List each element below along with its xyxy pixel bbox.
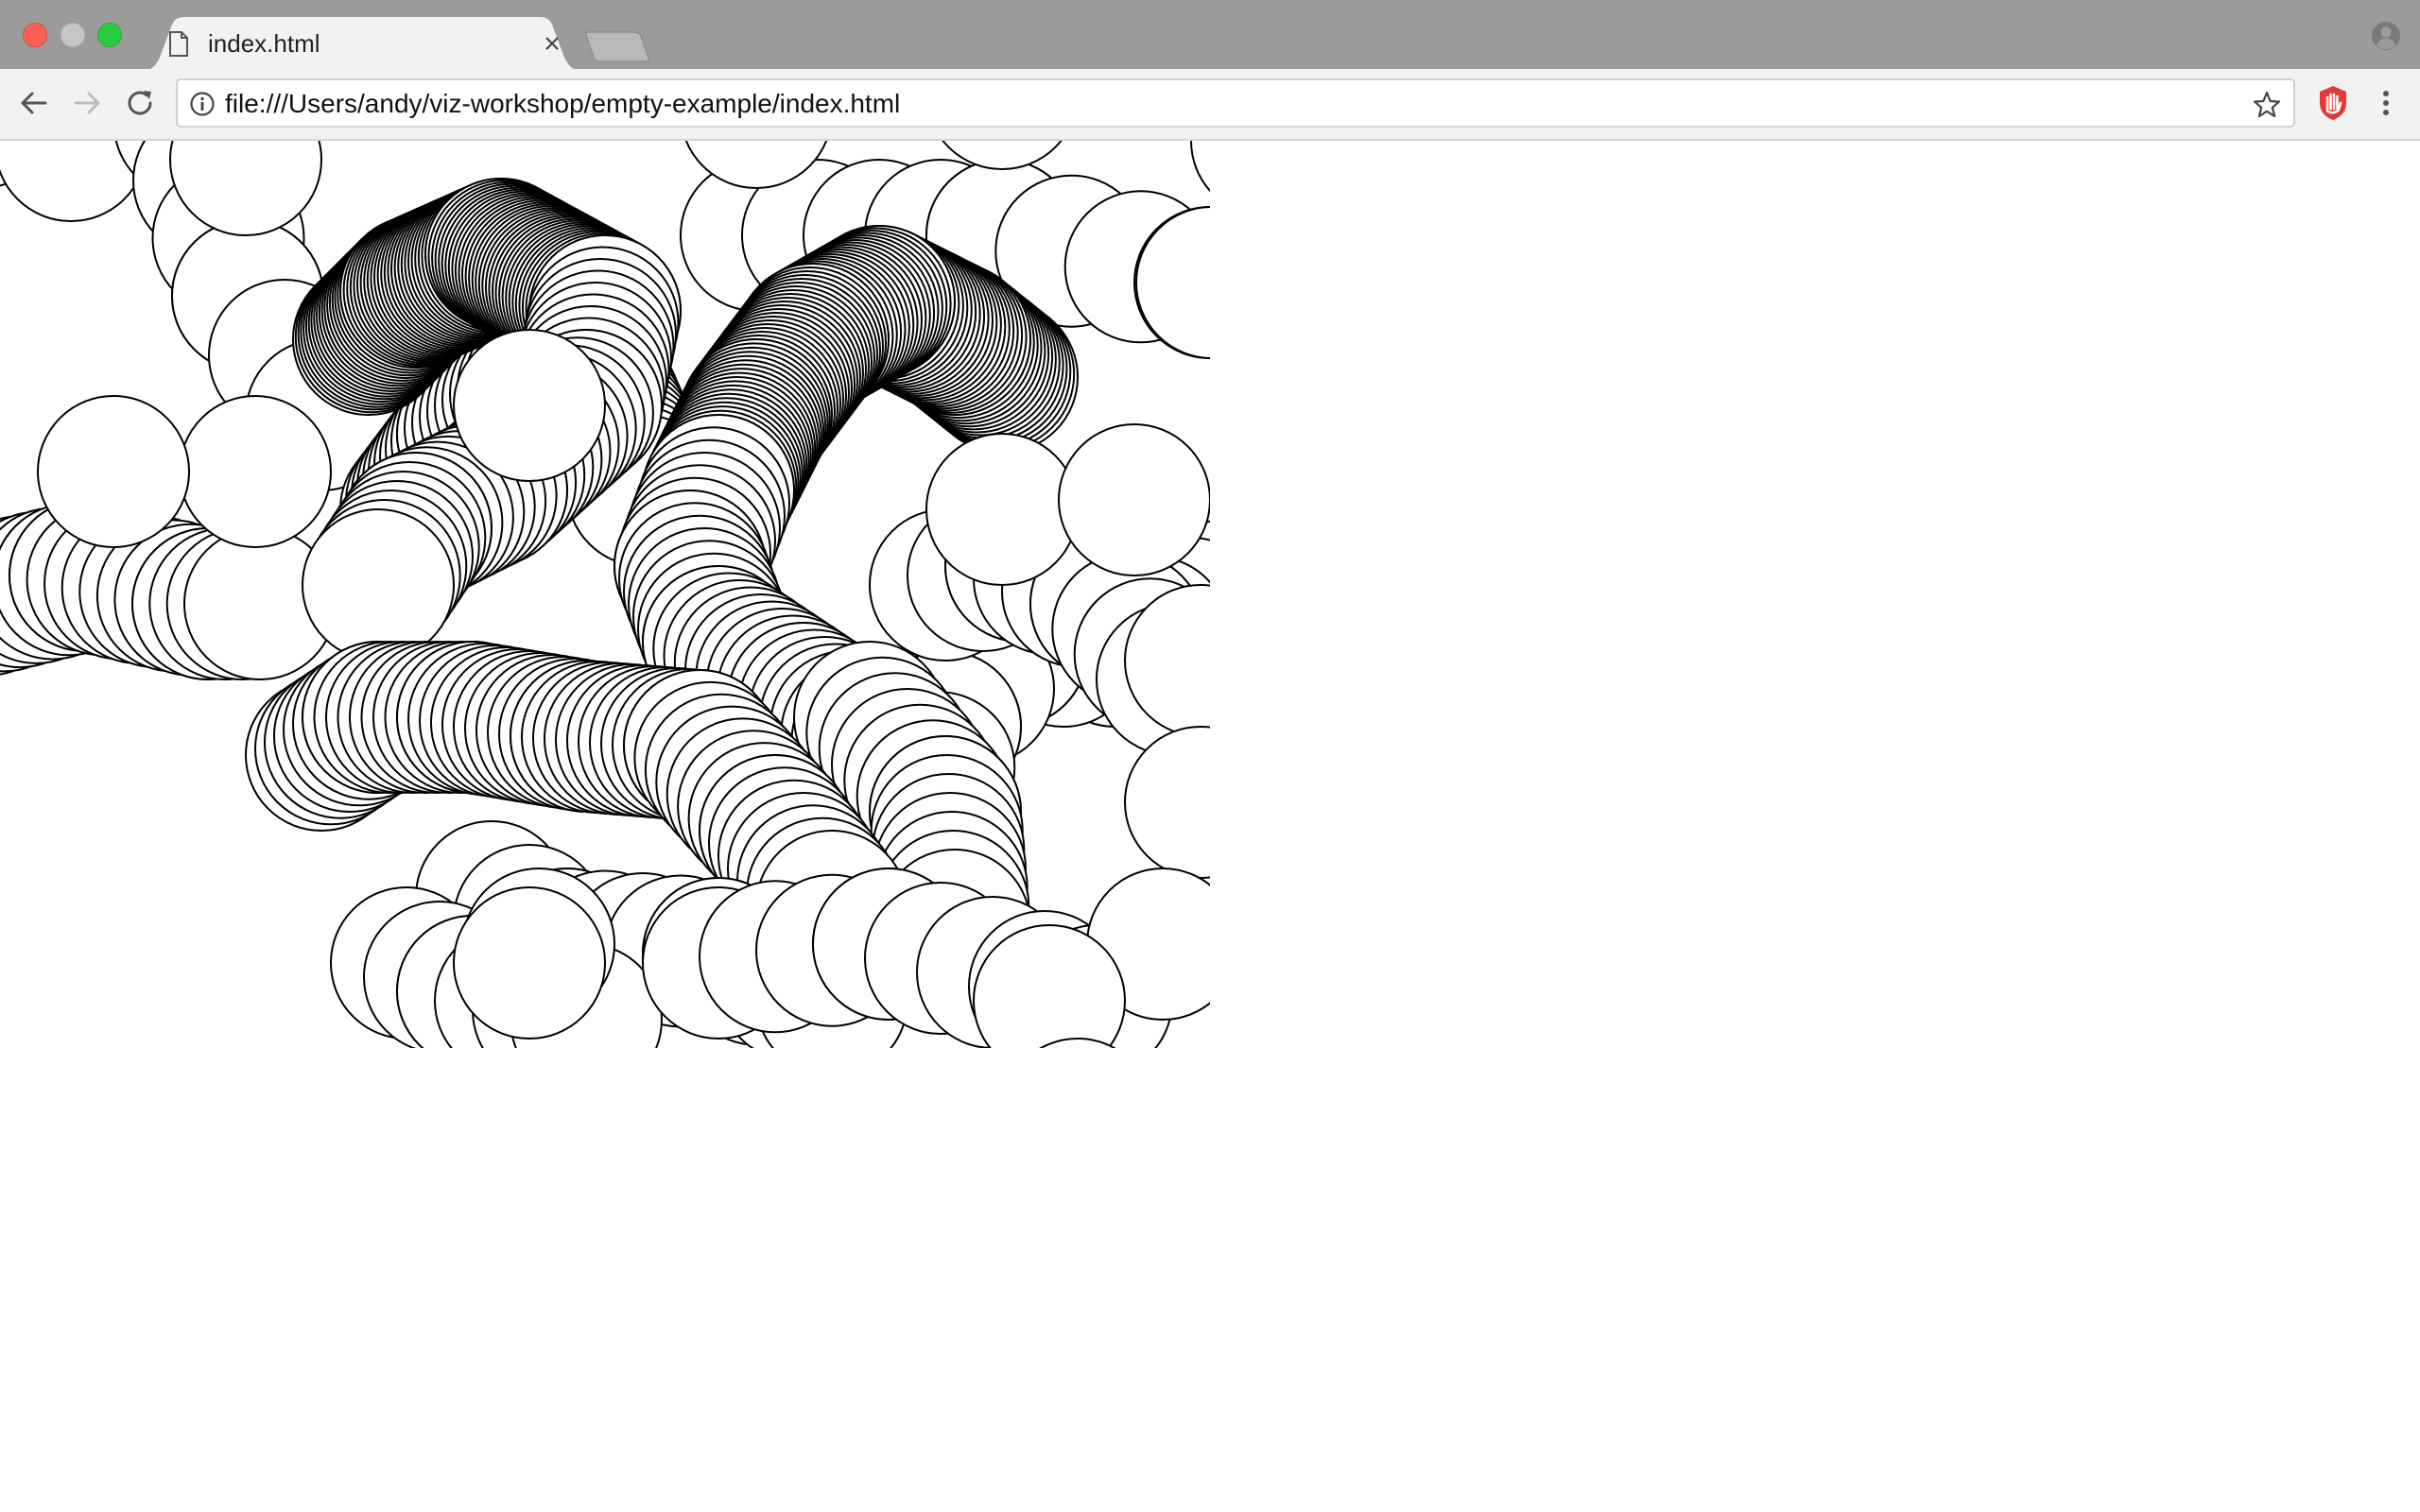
star-icon[interactable] [2252, 90, 2282, 120]
document-icon [169, 31, 188, 57]
window-zoom-button[interactable] [97, 23, 122, 47]
new-tab-button[interactable] [584, 30, 650, 62]
profile-icon[interactable] [2371, 21, 2401, 51]
sketch-circle [1190, 141, 1210, 193]
sketch-circle [925, 433, 1079, 586]
sketch-circle [1058, 423, 1210, 576]
window-minimize-button[interactable] [60, 23, 85, 47]
sketch-circle [453, 886, 606, 1040]
sketch-canvas[interactable] [0, 141, 1210, 1048]
browser-toolbar: file:///Users/andy/viz-workshop/empty-ex… [0, 69, 2420, 141]
kebab-menu-icon[interactable] [2375, 84, 2397, 122]
sketch-circle [1124, 726, 1210, 879]
window-close-button[interactable] [23, 23, 47, 47]
tab-title: index.html [208, 29, 320, 58]
address-url[interactable]: file:///Users/andy/viz-workshop/empty-ex… [225, 90, 900, 118]
reload-icon[interactable] [121, 84, 159, 122]
hand-stop-icon[interactable] [2316, 84, 2350, 122]
sketch-circle [453, 329, 606, 482]
sketch-circle [37, 395, 190, 548]
back-arrow-icon[interactable] [15, 84, 53, 122]
browser-titlebar: index.html [0, 0, 2420, 71]
tab-active[interactable]: index.html [140, 17, 584, 71]
sketch-circle [179, 395, 332, 548]
page-viewport [0, 141, 2420, 1512]
tab-close-icon[interactable] [542, 33, 562, 54]
info-icon[interactable] [189, 91, 216, 117]
address-bar[interactable]: file:///Users/andy/viz-workshop/empty-ex… [176, 78, 2295, 128]
tab-background [140, 17, 584, 71]
forward-arrow-icon[interactable] [68, 84, 106, 122]
sketch-circle [302, 508, 455, 662]
circles-drawing [0, 141, 1210, 1048]
